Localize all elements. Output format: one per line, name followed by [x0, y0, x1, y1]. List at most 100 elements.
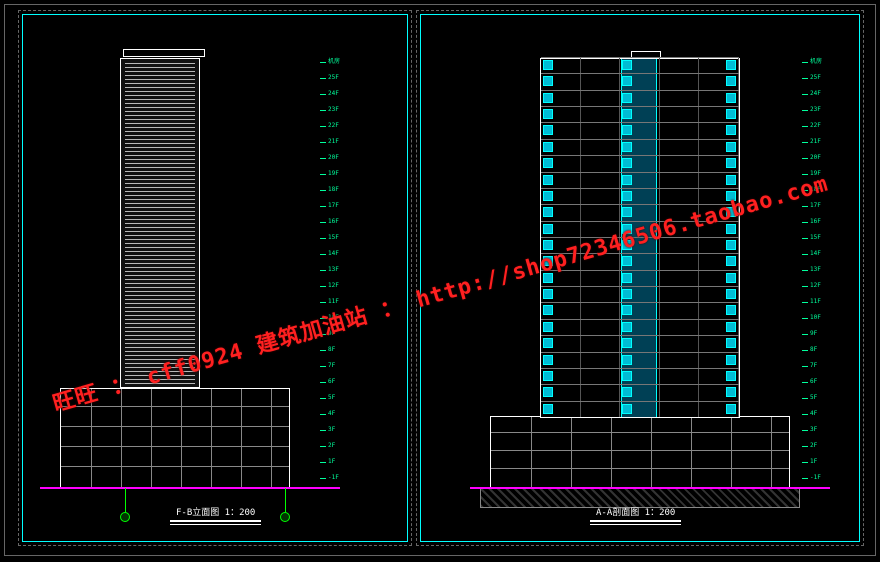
- wet-room-icon: [726, 93, 736, 103]
- wet-room-icon: [622, 240, 632, 250]
- floor-label-text: 6F: [328, 379, 335, 385]
- section-room: [660, 254, 700, 269]
- floor-label-text: 16F: [328, 219, 339, 225]
- floor-tick: [320, 430, 326, 431]
- section-room: [541, 222, 581, 237]
- section-room: [660, 320, 700, 335]
- section-room: [541, 189, 581, 204]
- wet-room-icon: [622, 338, 632, 348]
- floor-label-row: 23F: [320, 102, 374, 118]
- section-floor: [541, 352, 739, 368]
- floor-label-row: 7F: [320, 358, 374, 374]
- section-floor: [541, 122, 739, 138]
- section-room: [541, 107, 581, 122]
- floor-tick: [320, 238, 326, 239]
- section-room: [620, 320, 660, 335]
- section-room: [620, 238, 660, 253]
- floor-label-row: 4F: [802, 406, 856, 422]
- section-room: [581, 287, 621, 302]
- floor-label-text: -1F: [810, 475, 821, 481]
- section-floor: [541, 139, 739, 155]
- section-room: [660, 74, 700, 89]
- section-room: [541, 91, 581, 106]
- section-room: [541, 336, 581, 351]
- wet-room-icon: [726, 224, 736, 234]
- floor-label-text: 16F: [810, 219, 821, 225]
- floor-tick: [802, 366, 808, 367]
- drawing-title-text: A-A剖面图 1：200: [596, 508, 675, 518]
- wet-room-icon: [543, 322, 553, 332]
- floor-tick: [320, 350, 326, 351]
- section-floor: [541, 253, 739, 269]
- floor-label-row: 17F: [802, 198, 856, 214]
- section-room: [581, 107, 621, 122]
- wet-room-icon: [622, 207, 632, 217]
- floor-label-row: 3F: [320, 422, 374, 438]
- floor-tick: [320, 190, 326, 191]
- floor-label-row: 2F: [802, 438, 856, 454]
- section-floor: [541, 319, 739, 335]
- floor-tick: [802, 222, 808, 223]
- wet-room-icon: [622, 289, 632, 299]
- floor-tick: [802, 286, 808, 287]
- floor-label-row: 1F: [320, 454, 374, 470]
- floor-tick: [802, 350, 808, 351]
- section-room: [660, 303, 700, 318]
- floor-label-row: 25F: [802, 70, 856, 86]
- section-room: [581, 238, 621, 253]
- section-floor: [541, 155, 739, 171]
- floor-label-row: 21F: [802, 134, 856, 150]
- floor-label-text: 21F: [328, 139, 339, 145]
- floor-label-text: 4F: [328, 411, 335, 417]
- wet-room-icon: [543, 125, 553, 135]
- elevation-tower: [120, 58, 200, 388]
- section-room: [660, 369, 700, 384]
- floor-label-row: 5F: [320, 390, 374, 406]
- wet-room-icon: [622, 371, 632, 381]
- floor-label-text: 25F: [810, 75, 821, 81]
- section-room: [620, 107, 660, 122]
- section-floor: [541, 384, 739, 400]
- floor-label-text: 9F: [328, 331, 335, 337]
- section-room: [620, 58, 660, 73]
- floor-label-text: 11F: [328, 299, 339, 305]
- floor-label-row: -1F: [802, 470, 856, 486]
- wet-room-icon: [543, 191, 553, 201]
- section-room: [581, 303, 621, 318]
- floor-tick: [320, 334, 326, 335]
- floor-label-column-left: -1F1F2F3F4F5F6F7F8F9F10F11F12F13F14F15F1…: [320, 54, 374, 486]
- section-room: [620, 353, 660, 368]
- wet-room-icon: [726, 76, 736, 86]
- section-room: [660, 222, 700, 237]
- wet-room-icon: [726, 240, 736, 250]
- floor-label-row: 6F: [320, 374, 374, 390]
- floor-tick: [320, 174, 326, 175]
- wet-room-icon: [543, 142, 553, 152]
- wet-room-icon: [543, 224, 553, 234]
- section-room: [581, 189, 621, 204]
- section-room: [699, 320, 739, 335]
- floor-label-row: 11F: [320, 294, 374, 310]
- section-room: [620, 385, 660, 400]
- ground-line: [40, 487, 340, 489]
- section-room: [581, 91, 621, 106]
- floor-label-row: 16F: [802, 214, 856, 230]
- section-room: [541, 173, 581, 188]
- floor-tick: [320, 222, 326, 223]
- section-tower: [540, 58, 740, 418]
- floor-label-text: 22F: [328, 123, 339, 129]
- floor-tick: [320, 318, 326, 319]
- section-room: [660, 107, 700, 122]
- wet-room-icon: [726, 371, 736, 381]
- floor-tick: [320, 206, 326, 207]
- floor-label-text: 10F: [810, 315, 821, 321]
- section-room: [699, 91, 739, 106]
- floor-label-text: 24F: [328, 91, 339, 97]
- floor-tick: [802, 62, 808, 63]
- floor-tick: [320, 302, 326, 303]
- wet-room-icon: [726, 125, 736, 135]
- section-floor: [541, 221, 739, 237]
- wet-room-icon: [622, 175, 632, 185]
- floor-tick: [802, 334, 808, 335]
- floor-tick: [802, 462, 808, 463]
